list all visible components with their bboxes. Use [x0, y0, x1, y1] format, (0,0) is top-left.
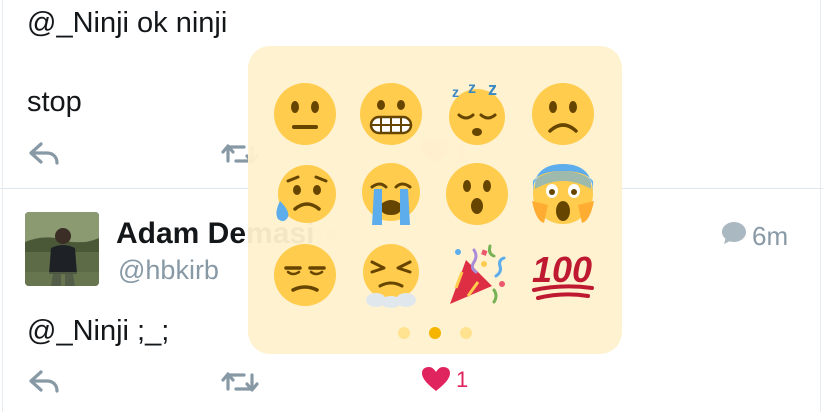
frowning-face-icon[interactable] [530, 81, 596, 147]
party-popper-icon[interactable] [444, 242, 510, 308]
page-indicator-dot-3[interactable] [460, 327, 472, 339]
neutral-face-icon[interactable] [272, 81, 338, 147]
page-indicator-dot-1[interactable] [398, 327, 410, 339]
tweet-text: @_Ninji ;_; [27, 315, 170, 347]
grimacing-face-icon[interactable] [358, 81, 424, 147]
svg-text:z: z [488, 81, 497, 99]
reply-icon[interactable] [27, 140, 61, 166]
author-handle[interactable]: @hbkirb [118, 255, 219, 286]
sleeping-face-icon[interactable]: z z z [444, 81, 510, 147]
tweet-body-text: stop [27, 86, 82, 118]
avatar[interactable] [25, 212, 99, 286]
timeline-border-right [820, 0, 821, 412]
tweet-timestamp: 6m [752, 221, 789, 251]
sad-relieved-face-icon[interactable] [272, 161, 338, 227]
heart-icon[interactable] [421, 366, 451, 392]
like-count: 1 [456, 367, 469, 392]
retweet-icon[interactable] [220, 369, 260, 395]
persevering-face-icon[interactable] [358, 242, 424, 308]
conversation-icon [722, 222, 746, 244]
timeline-border-left [2, 0, 3, 412]
emoji-picker: z z z 100 [248, 46, 622, 354]
reply-icon[interactable] [27, 368, 61, 394]
hundred-points-icon[interactable]: 100 [530, 242, 596, 308]
svg-text:z: z [452, 84, 459, 100]
tweet-reply-text: @_Ninji ok ninji [27, 7, 228, 39]
face-screaming-in-fear-icon[interactable] [530, 161, 596, 227]
unamused-face-icon[interactable] [272, 242, 338, 308]
page-indicator-dot-2-active[interactable] [429, 327, 441, 339]
hushed-face-icon[interactable] [444, 161, 510, 227]
loudly-crying-face-icon[interactable] [358, 161, 424, 227]
svg-text:z: z [468, 81, 476, 97]
svg-text:100: 100 [532, 249, 592, 290]
